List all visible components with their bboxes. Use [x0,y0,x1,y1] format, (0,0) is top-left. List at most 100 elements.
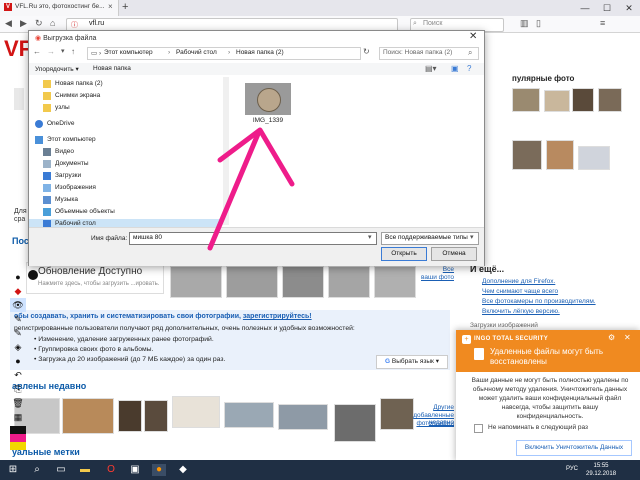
dont-remind-checkbox[interactable] [474,424,483,433]
firefox-icon[interactable]: ● [152,464,166,476]
store-icon[interactable]: ▣ [128,464,142,476]
tab-close-icon[interactable]: × [108,2,113,11]
folder-icon [43,104,51,112]
eye-tool-icon[interactable]: 👁 [10,298,26,312]
path-item[interactable]: Рабочий стол [176,49,217,56]
register-link[interactable]: зарегистрируйтесь! [243,313,312,320]
popular-thumb[interactable] [572,88,594,112]
right-link-2[interactable]: Чем снимают чаще всего [482,288,558,295]
brush-tool-icon[interactable]: ✎ [10,326,26,340]
update-icon [28,270,38,280]
dialog-close-button[interactable]: ✕ [469,31,477,42]
preview-pane-icon[interactable]: ▣ [451,64,459,73]
photo-thumb[interactable] [328,266,370,298]
right-link-3[interactable]: Все фотокамеры по производителям. [482,298,596,305]
recent-thumb[interactable] [172,396,220,428]
recent-thumb[interactable] [224,402,274,428]
info-bullet-2: • Группировка своих фото в альбомы. [34,346,154,353]
copy-tool-icon[interactable]: ⎘ [10,382,26,396]
color-swatch-yellow[interactable] [10,442,26,450]
color-swatch-pink[interactable] [10,434,26,442]
close-icon[interactable]: ✕ [624,333,631,342]
dialog-refresh-icon[interactable]: ↻ [363,47,370,56]
path-item[interactable]: Этот компьютер [104,49,153,56]
marker-tool-icon[interactable]: ◆ [10,284,26,298]
reload-icon[interactable]: ↻ [35,18,43,29]
help-icon[interactable]: ? [467,64,471,73]
photo-thumb[interactable] [282,266,324,298]
photo-thumb[interactable] [374,266,416,298]
dialog-search-input[interactable]: Поиск: Новая папка (2) ⌕ [379,47,479,60]
left-link[interactable]: Пос [12,236,29,246]
filename-value: мишка 80 [133,234,162,241]
opera-icon[interactable]: O [104,464,118,476]
gear-icon[interactable]: ⚙ [608,333,615,342]
dialog-forward-icon[interactable]: → [47,47,55,56]
library-icon[interactable]: ▥ [520,18,529,29]
dialog-path-bar[interactable]: ▭ › Этот компьютер › Рабочий стол › Нова… [87,47,361,60]
eraser-tool-icon[interactable]: ◈ [10,340,26,354]
recent-more-1[interactable]: Другие [410,404,454,411]
right-link-1[interactable]: Дополнение для Firefox. [482,278,555,285]
your-photos-link-2[interactable]: ваши фото [414,274,454,281]
page-thumb [14,88,24,110]
explorer-icon[interactable]: ▬ [78,464,92,476]
taskbar-clock[interactable]: 15:55 29.12.2018 [586,462,616,478]
minimize-button[interactable]: — [574,0,596,16]
translate-button[interactable]: G Выбрать язык ▾ [376,355,448,369]
filetype-select[interactable]: Все поддерживаемые типы ▾ [381,232,479,245]
dialog-back-icon[interactable]: ← [33,47,41,56]
trash-tool-icon[interactable]: 🗑 [10,396,26,410]
cancel-button[interactable]: Отмена [431,247,477,261]
popular-thumb[interactable] [578,146,610,170]
your-photos-link-1[interactable]: Все [426,266,454,273]
organize-button[interactable]: Упорядочить ▾ [35,65,79,73]
forward-icon[interactable]: ▶ [20,18,27,29]
color-swatch-black[interactable] [10,426,26,434]
undo-tool-icon[interactable]: ↶ [10,368,26,382]
maps-icon[interactable]: ◆ [176,464,190,476]
open-button[interactable]: Открыть [381,247,427,261]
recent-thumb[interactable] [62,398,114,434]
maximize-button[interactable]: ☐ [596,0,618,16]
popular-thumb[interactable] [512,88,540,112]
sidebar-icon[interactable]: ▯ [536,18,541,29]
popular-thumb[interactable] [546,140,574,170]
right-link-4[interactable]: Включить лёгкую версию. [482,308,560,315]
recent-thumb[interactable] [118,400,142,432]
dialog-recent-icon[interactable]: ▾ [61,47,65,55]
task-view-icon[interactable]: ▭ [54,464,68,476]
dialog-up-icon[interactable]: ↑ [71,47,75,56]
path-separator: › [228,49,231,56]
view-options-icon[interactable]: ▤▾ [425,64,437,73]
enable-shredder-button[interactable]: Включить Уничтожитель Данных [516,440,632,456]
recent-thumb[interactable] [278,404,328,430]
photo-thumb[interactable] [226,266,278,298]
language-indicator[interactable]: РУС [566,466,578,472]
file-thumbnail[interactable] [245,83,291,115]
popular-thumb[interactable] [544,90,570,112]
home-icon[interactable]: ⌂ [50,18,55,28]
photo-thumb[interactable] [170,266,222,298]
popular-thumb[interactable] [598,88,622,112]
popular-thumb[interactable] [512,140,542,170]
close-window-button[interactable]: ✕ [618,0,640,16]
path-item[interactable]: Новая папка (2) [236,49,284,56]
browser-tab[interactable]: V VFL.Ru это, фотохостинг бе... × [0,0,119,16]
document-icon [43,160,51,168]
search-icon[interactable]: ⌕ [30,464,44,476]
pen-tool-icon[interactable]: ● [10,270,26,284]
grid-tool-icon[interactable]: ▦ [10,410,26,424]
start-icon[interactable]: ⊞ [6,464,20,476]
pencil-tool-icon[interactable]: ✎ [10,312,26,326]
recent-thumb[interactable] [334,404,376,442]
new-folder-button[interactable]: Новая папка [93,65,131,72]
shield-icon: + [462,335,471,344]
recent-thumb[interactable] [144,400,168,432]
recent-more-3[interactable]: фотографии [410,420,454,427]
dot-tool-icon[interactable]: ● [10,354,26,368]
menu-icon[interactable]: ≡ [600,18,605,28]
new-tab-button[interactable]: + [122,1,128,13]
back-icon[interactable]: ◀ [5,18,12,29]
chevron-down-icon[interactable]: ▾ [368,233,372,241]
